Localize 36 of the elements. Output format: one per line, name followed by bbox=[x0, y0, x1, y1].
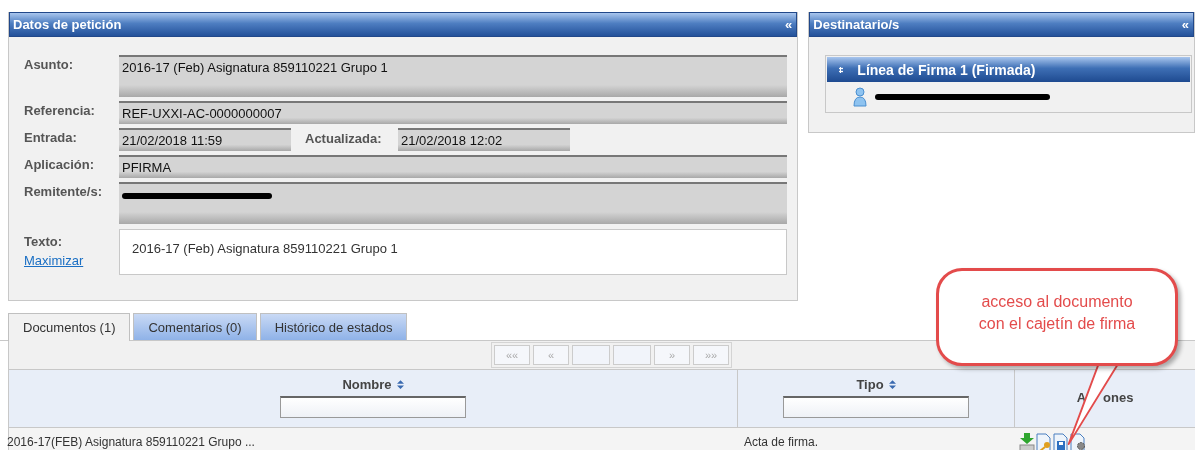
callout-text: acceso al documento con el cajetín de firma bbox=[978, 292, 1136, 334]
field-label: Texto: bbox=[24, 234, 63, 249]
table-cell-text: Acta de firma. bbox=[743, 434, 820, 450]
tab[interactable]: Comentarios (0) bbox=[133, 313, 257, 340]
field-label: Aplicación: bbox=[24, 156, 96, 172]
text-area[interactable] bbox=[119, 182, 788, 224]
field-label: Remitente/s: bbox=[24, 183, 104, 199]
document-floppy-icon[interactable] bbox=[1053, 433, 1069, 450]
sort-icon[interactable] bbox=[396, 380, 404, 389]
table-cell-text: 2016-17(FEB) Asignatura 859110221 Grupo ... bbox=[7, 434, 256, 450]
text-area[interactable]: 2016-17 (Feb) Asignatura 859110221 Grupo 1 bbox=[119, 55, 788, 97]
field-label: Entrada: bbox=[24, 129, 78, 145]
collapse-button[interactable]: « bbox=[1181, 17, 1189, 32]
tab[interactable]: Documentos (1) bbox=[8, 313, 131, 341]
column-title[interactable]: Nombre bbox=[342, 377, 392, 392]
sort-icon[interactable] bbox=[888, 380, 896, 389]
panel-title: Datos de petición bbox=[13, 17, 122, 32]
download-icon[interactable] bbox=[1019, 433, 1035, 450]
maximize-link[interactable]: Maximizar bbox=[24, 253, 84, 268]
text-field[interactable]: PFIRMA bbox=[119, 155, 788, 178]
field-label: Actualizada: bbox=[305, 130, 383, 146]
person-icon bbox=[853, 86, 868, 107]
field-label: Referencia: bbox=[24, 102, 96, 118]
text-field[interactable]: REF-UXXI-AC-0000000007 bbox=[119, 101, 788, 124]
collapse-button[interactable]: « bbox=[785, 17, 793, 32]
field-label: Asunto: bbox=[24, 56, 75, 72]
signature-line-header[interactable]: Línea de Firma 1 (Firmada) bbox=[827, 57, 1190, 82]
text-box[interactable]: 2016-17 (Feb) Asignatura 859110221 Grupo 1 bbox=[119, 229, 788, 275]
text-field[interactable]: 21/02/2018 11:59 bbox=[119, 128, 291, 151]
column-title: ones bbox=[1103, 390, 1134, 405]
text-field[interactable]: 21/02/2018 12:02 bbox=[398, 128, 570, 151]
filter-field[interactable] bbox=[280, 396, 466, 418]
panel-title: Destinatario/s bbox=[813, 17, 900, 32]
column-title[interactable]: Tipo bbox=[856, 377, 884, 392]
tab[interactable]: Histórico de estados bbox=[259, 313, 408, 340]
filter-field[interactable] bbox=[783, 396, 969, 418]
